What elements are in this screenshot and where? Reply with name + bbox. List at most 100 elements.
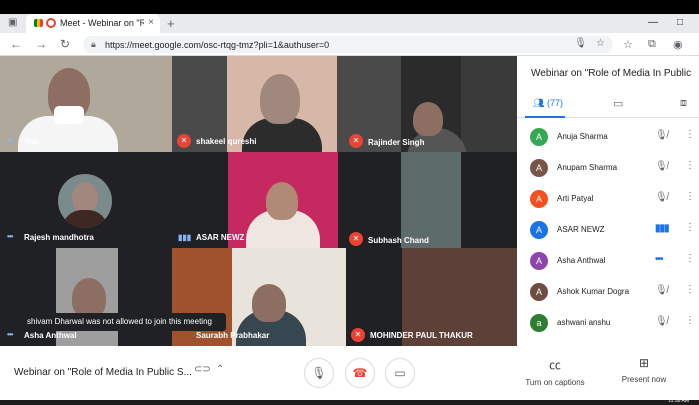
- video-tile[interactable]: ▮▮▮ ASAR NEWZ: [172, 152, 401, 248]
- muted-mic-icon: ✕: [351, 328, 365, 342]
- muted-mic-icon: 🎙︎̸: [655, 161, 668, 172]
- microphone-permission-icon[interactable]: 🎙︎: [574, 38, 587, 49]
- video-tile[interactable]: ✕ MOHINDER PAUL THAKUR: [346, 248, 517, 346]
- refresh-icon[interactable]: ↻: [60, 37, 70, 51]
- meeting-title: Webinar on "Role of Media In Public S...: [14, 367, 192, 378]
- lock-icon[interactable]: 🔒︎: [91, 39, 96, 50]
- tab-meet[interactable]: Meet - Webinar on "Role of ×: [26, 14, 160, 33]
- participant-name: Anuja Sharma: [557, 132, 608, 141]
- bookmark-star-icon[interactable]: ☆: [596, 38, 605, 49]
- video-tile[interactable]: [401, 152, 517, 248]
- video-tile[interactable]: ✕ shakeel qureshi: [172, 56, 401, 152]
- present-label: Present now: [621, 375, 667, 384]
- collections-icon[interactable]: ⧉: [648, 38, 656, 51]
- tile-name: shakeel qureshi: [196, 137, 257, 146]
- participant-face: [72, 278, 106, 318]
- captions-icon: ㏄: [548, 358, 561, 372]
- muted-mic-icon: ✕: [177, 134, 191, 148]
- meeting-controls-bar: Webinar on "Role of Media In Public S...…: [0, 346, 699, 400]
- participant-row[interactable]: A Anuja Sharma 🎙︎̸ ⋮: [517, 122, 699, 153]
- participant-avatar: [58, 174, 112, 228]
- participant-row[interactable]: A Asha Anthwal ••• ⋮: [517, 246, 699, 277]
- participant-avatar: A: [530, 252, 548, 270]
- url-text: https://meet.google.com/osc-rtqg-tmz?pli…: [105, 40, 330, 50]
- tile-name: Rajesh mandhotra: [24, 233, 94, 242]
- people-panel: Webinar on "Role of Media In Public S...…: [517, 56, 699, 346]
- close-tab-icon[interactable]: ×: [148, 17, 154, 28]
- more-options-icon[interactable]: ⋮: [685, 253, 695, 264]
- captions-label: Turn on captions: [525, 378, 585, 387]
- more-options-icon[interactable]: ⋮: [685, 315, 695, 326]
- participant-row[interactable]: A Arti Patyal 🎙︎̸ ⋮: [517, 184, 699, 215]
- people-icon: 👥︎: [533, 98, 545, 108]
- participant-row[interactable]: A Anupam Sharma 🎙︎̸ ⋮: [517, 153, 699, 184]
- meeting-details-title: Webinar on "Role of Media In Public S...: [531, 68, 693, 79]
- leave-call-button[interactable]: ☎︎: [345, 358, 375, 388]
- active-tab-indicator: [525, 116, 565, 118]
- speaking-indicator-icon: ▮▮▮: [178, 233, 192, 242]
- video-tile[interactable]: ••• You: [0, 56, 172, 152]
- more-dots-icon: •••: [7, 136, 13, 145]
- participant-name: ashwani anshu: [557, 318, 611, 327]
- muted-mic-icon: ✕: [349, 134, 363, 148]
- video-tile[interactable]: Saurabh Prabhakar: [172, 248, 346, 346]
- activities-icon[interactable]: ⧈: [680, 97, 687, 110]
- muted-mic-icon: 🎙︎̸: [655, 130, 668, 141]
- forward-icon[interactable]: →: [35, 37, 47, 51]
- video-tile[interactable]: ••• Asha Anthwal: [0, 248, 172, 346]
- favorites-icon[interactable]: ☆: [623, 38, 633, 51]
- muted-mic-icon: ✕: [349, 232, 363, 246]
- back-icon[interactable]: ←: [10, 37, 22, 51]
- more-options-icon[interactable]: ⋮: [685, 191, 695, 202]
- participant-name: Asha Anthwal: [557, 256, 606, 265]
- muted-mic-icon: 🎙︎̸: [655, 192, 668, 203]
- participant-avatar: A: [530, 190, 548, 208]
- tab-actions-icon[interactable]: ▣: [8, 17, 17, 28]
- participant-name: Arti Patyal: [557, 194, 594, 203]
- more-options-icon[interactable]: ⋮: [685, 160, 695, 171]
- present-icon: ⊞: [638, 356, 650, 370]
- new-tab-icon[interactable]: +: [167, 16, 175, 31]
- participant-avatar: A: [530, 221, 548, 239]
- tile-name: Subhash Chand: [368, 236, 429, 245]
- more-options-icon[interactable]: ⋮: [685, 129, 695, 140]
- profile-icon[interactable]: ◉: [673, 38, 683, 51]
- participant-avatar: A: [530, 283, 548, 301]
- avatar-body: [62, 210, 108, 228]
- minimize-icon[interactable]: —: [648, 17, 658, 28]
- mic-icon: 🎙︎: [311, 366, 327, 380]
- camera-icon: ▭: [394, 366, 406, 380]
- participant-face: [260, 74, 300, 124]
- speaking-indicator-icon: ▮▮▮: [655, 223, 669, 234]
- chevron-up-icon[interactable]: ⌃: [216, 364, 224, 375]
- meeting-details-icon[interactable]: ⊂⊃: [194, 364, 211, 375]
- panel-tabs: 👥︎ (77) ▭ ⧈: [517, 94, 699, 118]
- participant-row[interactable]: A ASAR NEWZ ▮▮▮ ⋮: [517, 215, 699, 246]
- address-bar[interactable]: 🔒︎ https://meet.google.com/osc-rtqg-tmz?…: [83, 36, 613, 53]
- video-tile[interactable]: ••• Rajesh mandhotra: [0, 152, 172, 248]
- participant-avatar: A: [530, 159, 548, 177]
- more-options-icon[interactable]: ⋮: [685, 222, 695, 233]
- muted-mic-icon: 🎙︎̸: [655, 285, 668, 296]
- meet-favicon-icon: [34, 19, 43, 27]
- tile-name: Asha Anthwal: [24, 331, 77, 340]
- captions-button[interactable]: ㏄ Turn on captions: [520, 356, 590, 387]
- participant-avatar: a: [530, 314, 548, 332]
- tile-name: You: [24, 137, 39, 146]
- notification-toast: shivam Dharwal was not allowed to join t…: [14, 313, 226, 331]
- more-dots-icon: •••: [655, 254, 663, 265]
- microphone-button[interactable]: 🎙︎: [304, 358, 334, 388]
- participant-name: Ashok Kumar Dogra: [557, 287, 630, 296]
- participant-row[interactable]: a ashwani anshu 🎙︎̸ ⋮: [517, 308, 699, 339]
- more-options-icon[interactable]: ⋮: [685, 284, 695, 295]
- tab-title: Meet - Webinar on "Role of: [60, 18, 144, 28]
- participant-row[interactable]: A Ashok Kumar Dogra 🎙︎̸ ⋮: [517, 277, 699, 308]
- present-now-button[interactable]: ⊞ Present now: [609, 356, 679, 384]
- maximize-icon[interactable]: □: [677, 17, 683, 28]
- chat-icon[interactable]: ▭: [613, 97, 623, 110]
- tab-people[interactable]: 👥︎ (77): [533, 98, 563, 109]
- camera-button[interactable]: ▭: [385, 358, 415, 388]
- more-dots-icon: •••: [7, 330, 13, 339]
- tile-name: MOHINDER PAUL THAKUR: [370, 331, 473, 340]
- browser-tab-bar: ▣ Meet - Webinar on "Role of × + — □: [0, 14, 699, 33]
